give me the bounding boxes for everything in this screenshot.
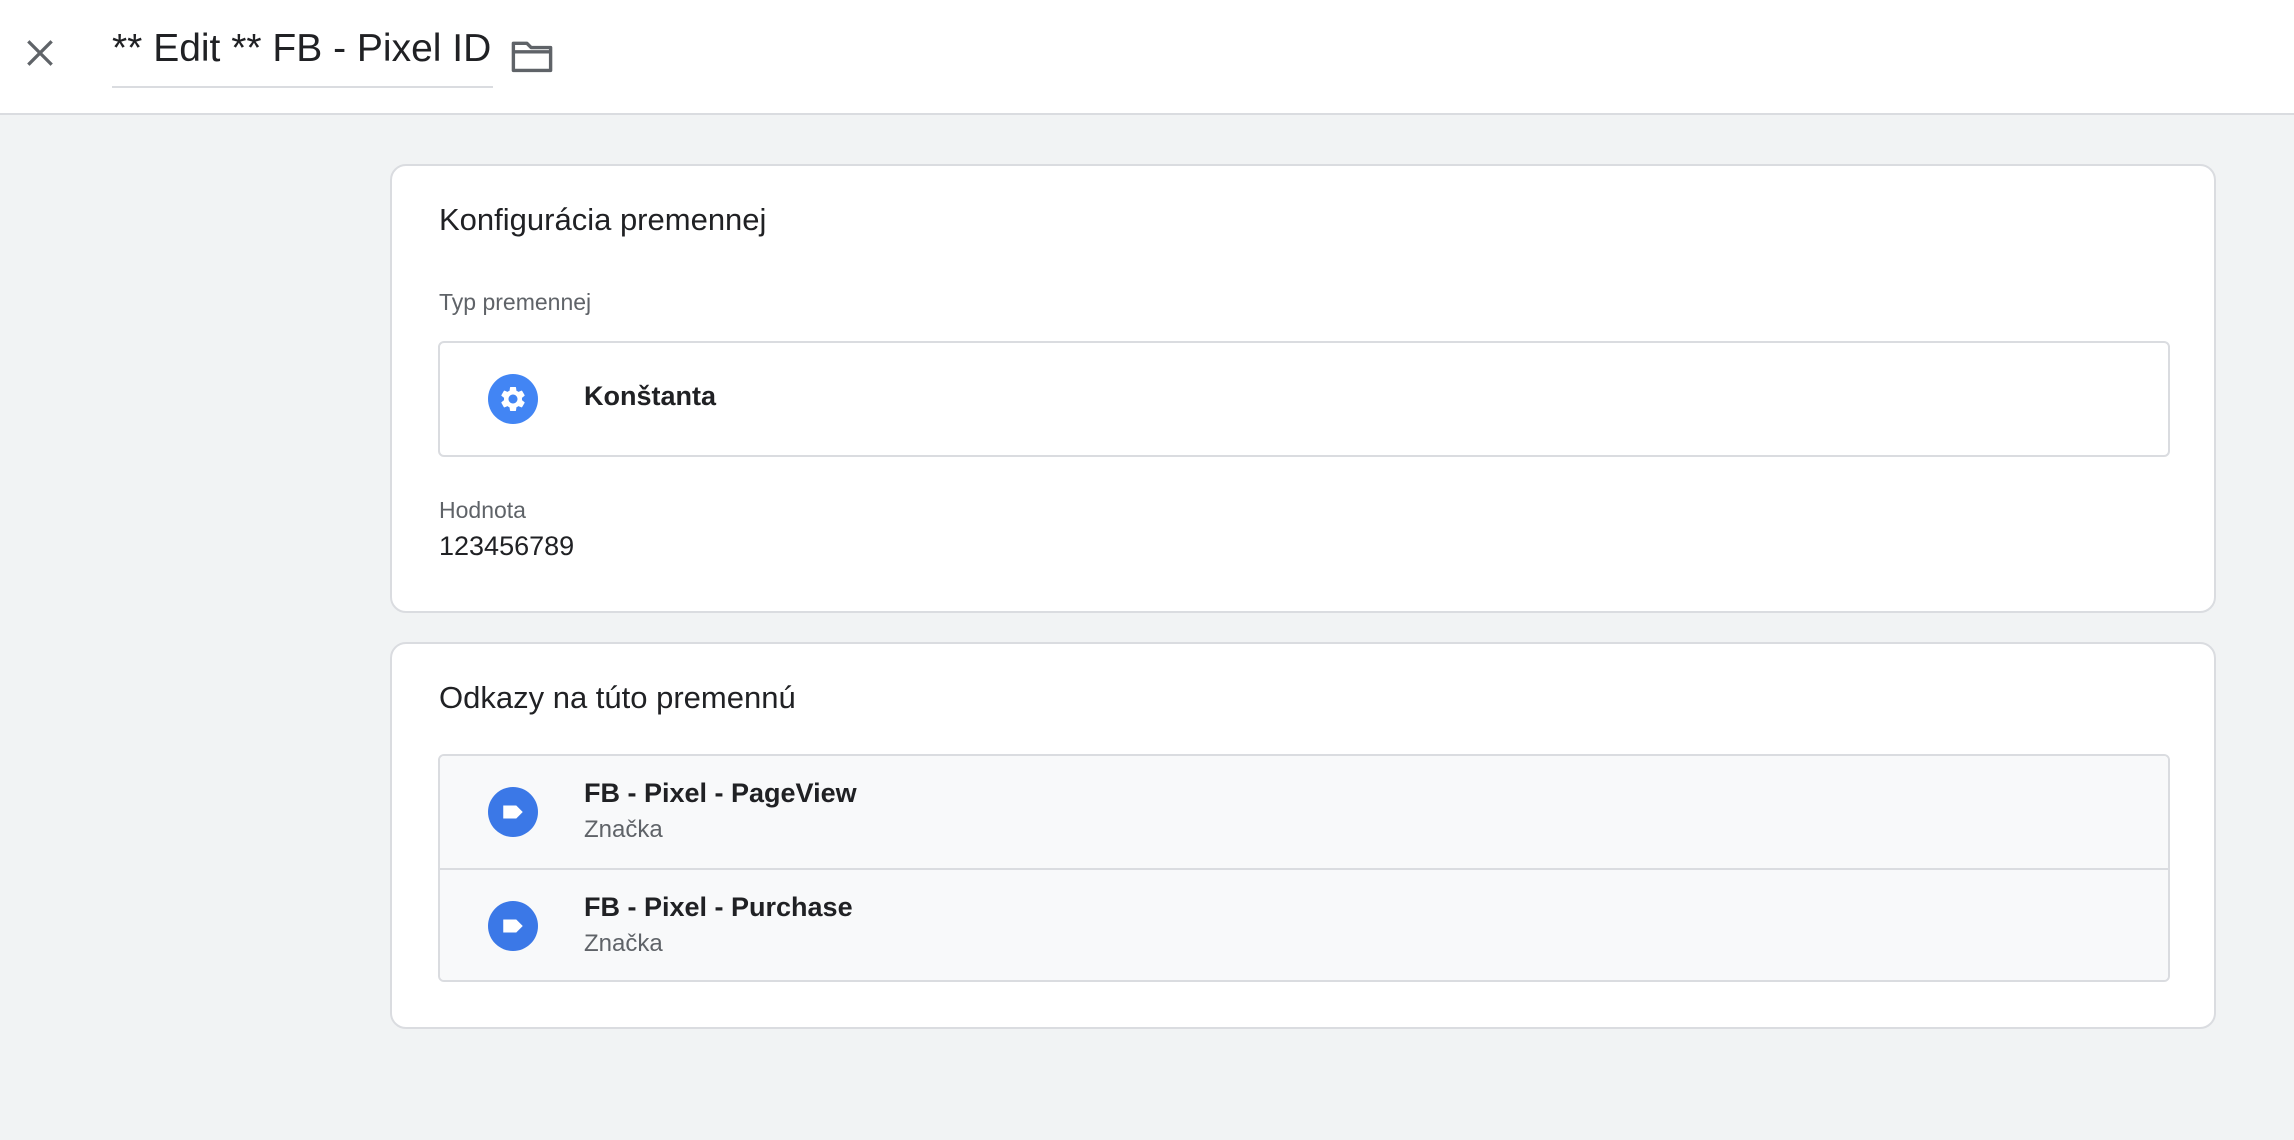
top-bar: ** Edit ** FB - Pixel ID <box>0 0 2294 115</box>
references-list: FB - Pixel - PageView Značka FB - Pixel … <box>438 754 2170 982</box>
variable-name-field[interactable]: ** Edit ** FB - Pixel ID <box>112 22 494 88</box>
tag-icon <box>488 901 538 951</box>
reference-item-pageview[interactable]: FB - Pixel - PageView Značka <box>440 756 2168 868</box>
variable-configuration-card: Konfigurácia premennej Typ premennej Kon… <box>390 164 2216 613</box>
close-icon <box>27 40 53 66</box>
variable-name: ** Edit ** FB - Pixel ID <box>112 27 492 70</box>
references-card: Odkazy na túto premennú FB - Pixel - Pag… <box>390 642 2216 1029</box>
config-card-title: Konfigurácia premennej <box>439 202 767 237</box>
variable-type-selector[interactable]: Konštanta <box>438 341 2170 457</box>
reference-name: FB - Pixel - PageView <box>584 778 857 808</box>
gear-icon <box>488 374 538 424</box>
value-field[interactable]: 123456789 <box>439 531 574 562</box>
references-card-title: Odkazy na túto premennú <box>439 680 796 715</box>
folder-button[interactable] <box>505 30 559 82</box>
close-button[interactable] <box>14 27 66 79</box>
reference-item-purchase[interactable]: FB - Pixel - Purchase Značka <box>440 868 2168 980</box>
reference-kind: Značka <box>584 930 663 957</box>
variable-type-label: Typ premennej <box>439 289 592 315</box>
variable-type-name: Konštanta <box>584 381 717 411</box>
value-label: Hodnota <box>439 497 526 523</box>
reference-kind: Značka <box>584 816 663 843</box>
reference-name: FB - Pixel - Purchase <box>584 892 853 922</box>
tag-icon <box>488 787 538 837</box>
folder-icon <box>511 41 553 73</box>
